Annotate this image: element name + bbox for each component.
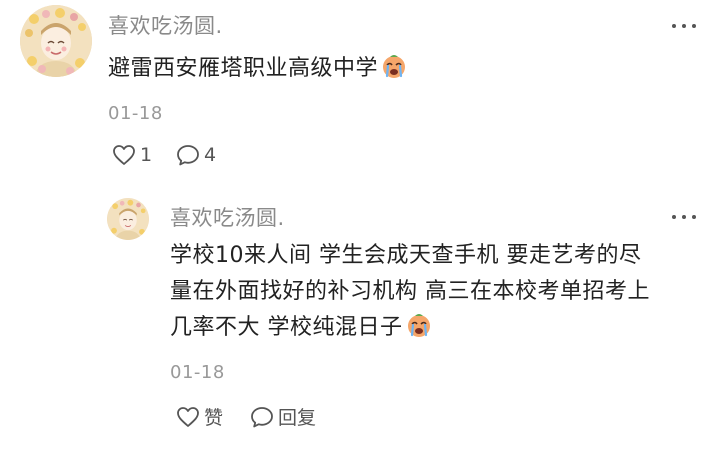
reply-text: 学校10来人间 学生会成天查手机 要走艺考的尽 量在外面找好的补习机构 高三在本… xyxy=(170,238,700,346)
reply-button[interactable]: 4 xyxy=(176,144,216,166)
like-button[interactable]: 1 xyxy=(112,144,152,166)
comment-bubble-icon xyxy=(251,406,273,427)
comment-date: 01-18 xyxy=(108,103,163,124)
reply-username[interactable]: 喜欢吃汤圆. xyxy=(170,202,285,232)
reply-reply-button[interactable]: 回复 xyxy=(250,403,316,430)
crying-face-emoji-icon xyxy=(405,311,433,339)
heart-icon xyxy=(113,145,135,165)
reply-text-line-2: 量在外面找好的补习机构 高三在本校考单招考上 xyxy=(170,279,650,304)
reply-date: 01-18 xyxy=(170,362,225,383)
comment-username[interactable]: 喜欢吃汤圆. xyxy=(108,10,223,40)
comment-text-content: 避雷西安雁塔职业高级中学 xyxy=(108,56,379,81)
comment-thread: 喜欢吃汤圆. 避雷西安雁塔职业高级中学 01-18 1 4 喜欢吃汤圆. 学校1… xyxy=(0,0,726,452)
comment-text: 避雷西安雁塔职业高级中学 xyxy=(108,51,408,87)
crying-face-emoji-icon xyxy=(380,52,408,80)
reply-reply-label: 回复 xyxy=(278,407,317,429)
reply-like-button[interactable]: 赞 xyxy=(176,403,223,430)
reply-like-label: 赞 xyxy=(204,407,224,429)
reply-text-line-3: 几率不大 学校纯混日子 xyxy=(170,315,403,340)
more-options-icon[interactable] xyxy=(672,20,696,32)
like-count: 1 xyxy=(140,144,153,166)
reply-avatar[interactable] xyxy=(107,198,149,240)
heart-icon xyxy=(177,406,199,427)
reply-more-options-icon[interactable] xyxy=(672,211,696,223)
reply-count: 4 xyxy=(204,144,217,166)
avatar[interactable] xyxy=(20,5,92,77)
comment-bubble-icon xyxy=(177,145,199,166)
reply-text-line-3-wrap: 几率不大 学校纯混日子 xyxy=(170,310,700,346)
reply-text-line-1: 学校10来人间 学生会成天查手机 要走艺考的尽 xyxy=(170,243,642,268)
